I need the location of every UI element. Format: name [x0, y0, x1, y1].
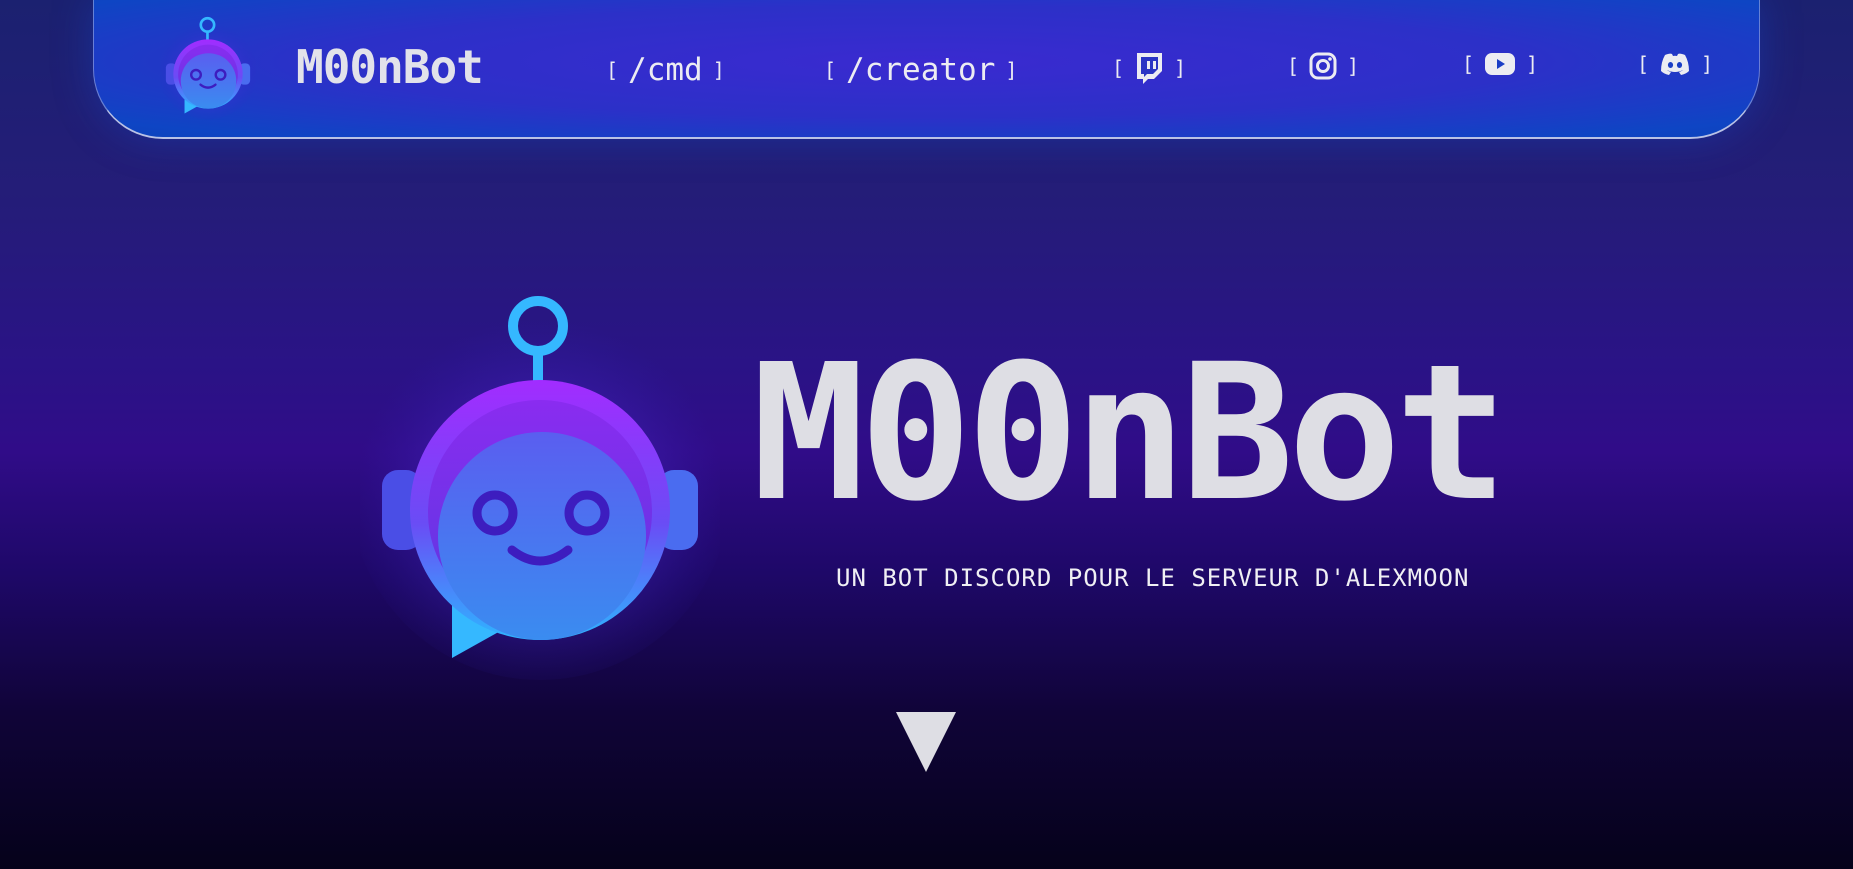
- triangle-down-icon[interactable]: [896, 712, 956, 772]
- hero-title: M00nBot: [752, 324, 1508, 543]
- hero-subtitle: UN BOT DISCORD POUR LE SERVEUR D'ALEXMOO…: [836, 564, 1470, 592]
- robot-chat-icon[interactable]: [160, 10, 256, 122]
- nav-brand-title[interactable]: M00nBot: [296, 40, 484, 94]
- discord-icon: [1661, 53, 1690, 75]
- robot-chat-icon: [360, 280, 720, 680]
- nav-link-cmd[interactable]: [ /cmd ]: [606, 52, 725, 88]
- nav-link-instagram[interactable]: [ ]: [1287, 52, 1359, 80]
- top-navbar: M00nBot [ /cmd ] [ /creator ] [ ] [ ] [: [93, 0, 1760, 139]
- nav-link-twitch[interactable]: [ ]: [1112, 52, 1186, 84]
- youtube-icon: [1485, 53, 1516, 75]
- nav-link-discord[interactable]: [ ]: [1637, 52, 1713, 76]
- twitch-icon: [1137, 53, 1163, 84]
- nav-link-youtube[interactable]: [ ]: [1462, 52, 1538, 76]
- nav-link-creator-label: /creator: [846, 52, 996, 88]
- instagram-icon: [1309, 52, 1337, 80]
- nav-link-cmd-label: /cmd: [628, 52, 703, 88]
- nav-link-creator[interactable]: [ /creator ]: [824, 52, 1017, 88]
